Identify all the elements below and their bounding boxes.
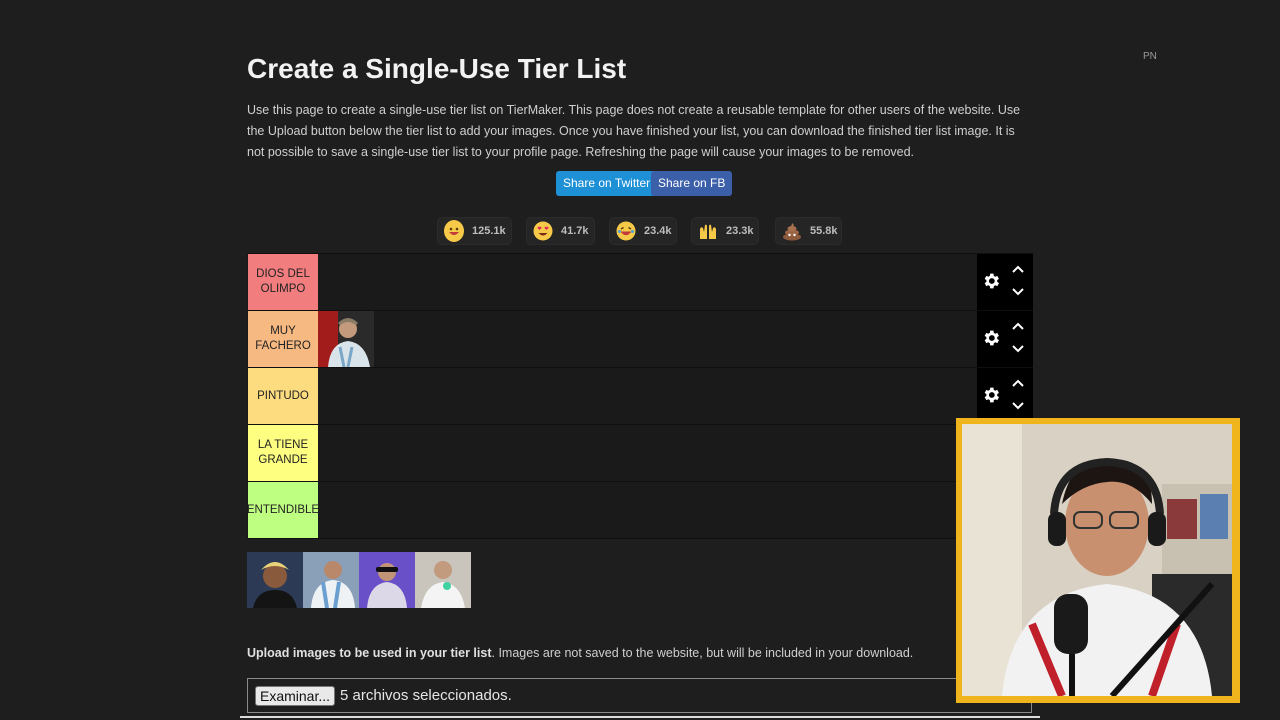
reaction-raised-hands[interactable]: 23.3k: [691, 217, 759, 245]
reaction-count: 125.1k: [472, 225, 506, 237]
gear-icon[interactable]: [981, 385, 1001, 405]
divider: [240, 716, 1040, 718]
pn-badge: PN: [1143, 51, 1157, 62]
tier-row[interactable]: PINTUDO: [247, 368, 1033, 425]
tier-row[interactable]: LA TIENE GRANDE: [247, 425, 1033, 482]
tier-row[interactable]: ENTENDIBLE: [247, 482, 1033, 539]
upload-instructions-bold: Upload images to be used in your tier li…: [247, 646, 492, 660]
laughing-face-icon: [616, 220, 636, 242]
tier-label[interactable]: ENTENDIBLE: [247, 482, 319, 538]
gear-icon[interactable]: [981, 328, 1001, 348]
reaction-poop[interactable]: 55.8k: [775, 217, 842, 245]
reaction-count: 55.8k: [810, 225, 838, 237]
upload-instructions: Upload images to be used in your tier li…: [247, 646, 913, 660]
tier-row[interactable]: DIOS DEL OLIMPO: [247, 254, 1033, 311]
page-title: Create a Single-Use Tier List: [247, 53, 627, 84]
webcam-overlay: [956, 418, 1240, 703]
chevron-down-icon[interactable]: [1011, 401, 1025, 411]
tier-controls: [977, 254, 1033, 310]
reaction-grinning[interactable]: 125.1k: [437, 217, 512, 245]
reaction-count: 41.7k: [561, 225, 589, 237]
reaction-count: 23.4k: [644, 225, 672, 237]
browse-button[interactable]: Examinar...: [255, 685, 336, 706]
grinning-face-icon: [444, 220, 464, 242]
reaction-laughing[interactable]: 23.4k: [609, 217, 677, 245]
image-pool: [247, 552, 471, 608]
upload-instructions-rest: . Images are not saved to the website, b…: [491, 646, 914, 660]
tier-label[interactable]: DIOS DEL OLIMPO: [248, 254, 318, 310]
reaction-count: 23.3k: [726, 225, 754, 237]
page-description: Use this page to create a single-use tie…: [247, 103, 1021, 159]
tier-list: DIOS DEL OLIMPO MUY FACHERO PINTUDO LA T…: [247, 253, 1033, 539]
chevron-up-icon[interactable]: [1011, 321, 1025, 331]
reaction-heart-eyes[interactable]: 41.7k: [526, 217, 595, 245]
pool-item-image[interactable]: [359, 552, 415, 608]
tier-controls: [977, 368, 1033, 424]
chevron-down-icon[interactable]: [1011, 287, 1025, 297]
share-twitter-button[interactable]: Share on Twitter: [556, 171, 658, 196]
poop-icon: [782, 220, 802, 242]
tier-controls: [977, 311, 1033, 367]
file-input[interactable]: Examinar... 5 archivos seleccionados.: [247, 678, 1032, 713]
chevron-up-icon[interactable]: [1011, 378, 1025, 388]
heart-eyes-icon: [533, 220, 553, 242]
gear-icon[interactable]: [981, 271, 1001, 291]
streamer-image: [962, 424, 1232, 696]
tier-label[interactable]: PINTUDO: [248, 368, 318, 424]
raised-hands-icon: [698, 220, 718, 242]
pool-item-image[interactable]: [247, 552, 303, 608]
pool-item-image[interactable]: [303, 552, 359, 608]
tier-label[interactable]: LA TIENE GRANDE: [248, 425, 318, 481]
tier-row[interactable]: MUY FACHERO: [247, 311, 1033, 368]
chevron-down-icon[interactable]: [1011, 344, 1025, 354]
chevron-up-icon[interactable]: [1011, 264, 1025, 274]
file-status: 5 archivos seleccionados.: [340, 687, 512, 704]
share-facebook-button[interactable]: Share on FB: [651, 171, 733, 196]
tier-label[interactable]: MUY FACHERO: [248, 311, 318, 367]
webcam-feed: [962, 424, 1232, 696]
tier-item-image[interactable]: [318, 311, 374, 367]
pool-item-image[interactable]: [415, 552, 471, 608]
